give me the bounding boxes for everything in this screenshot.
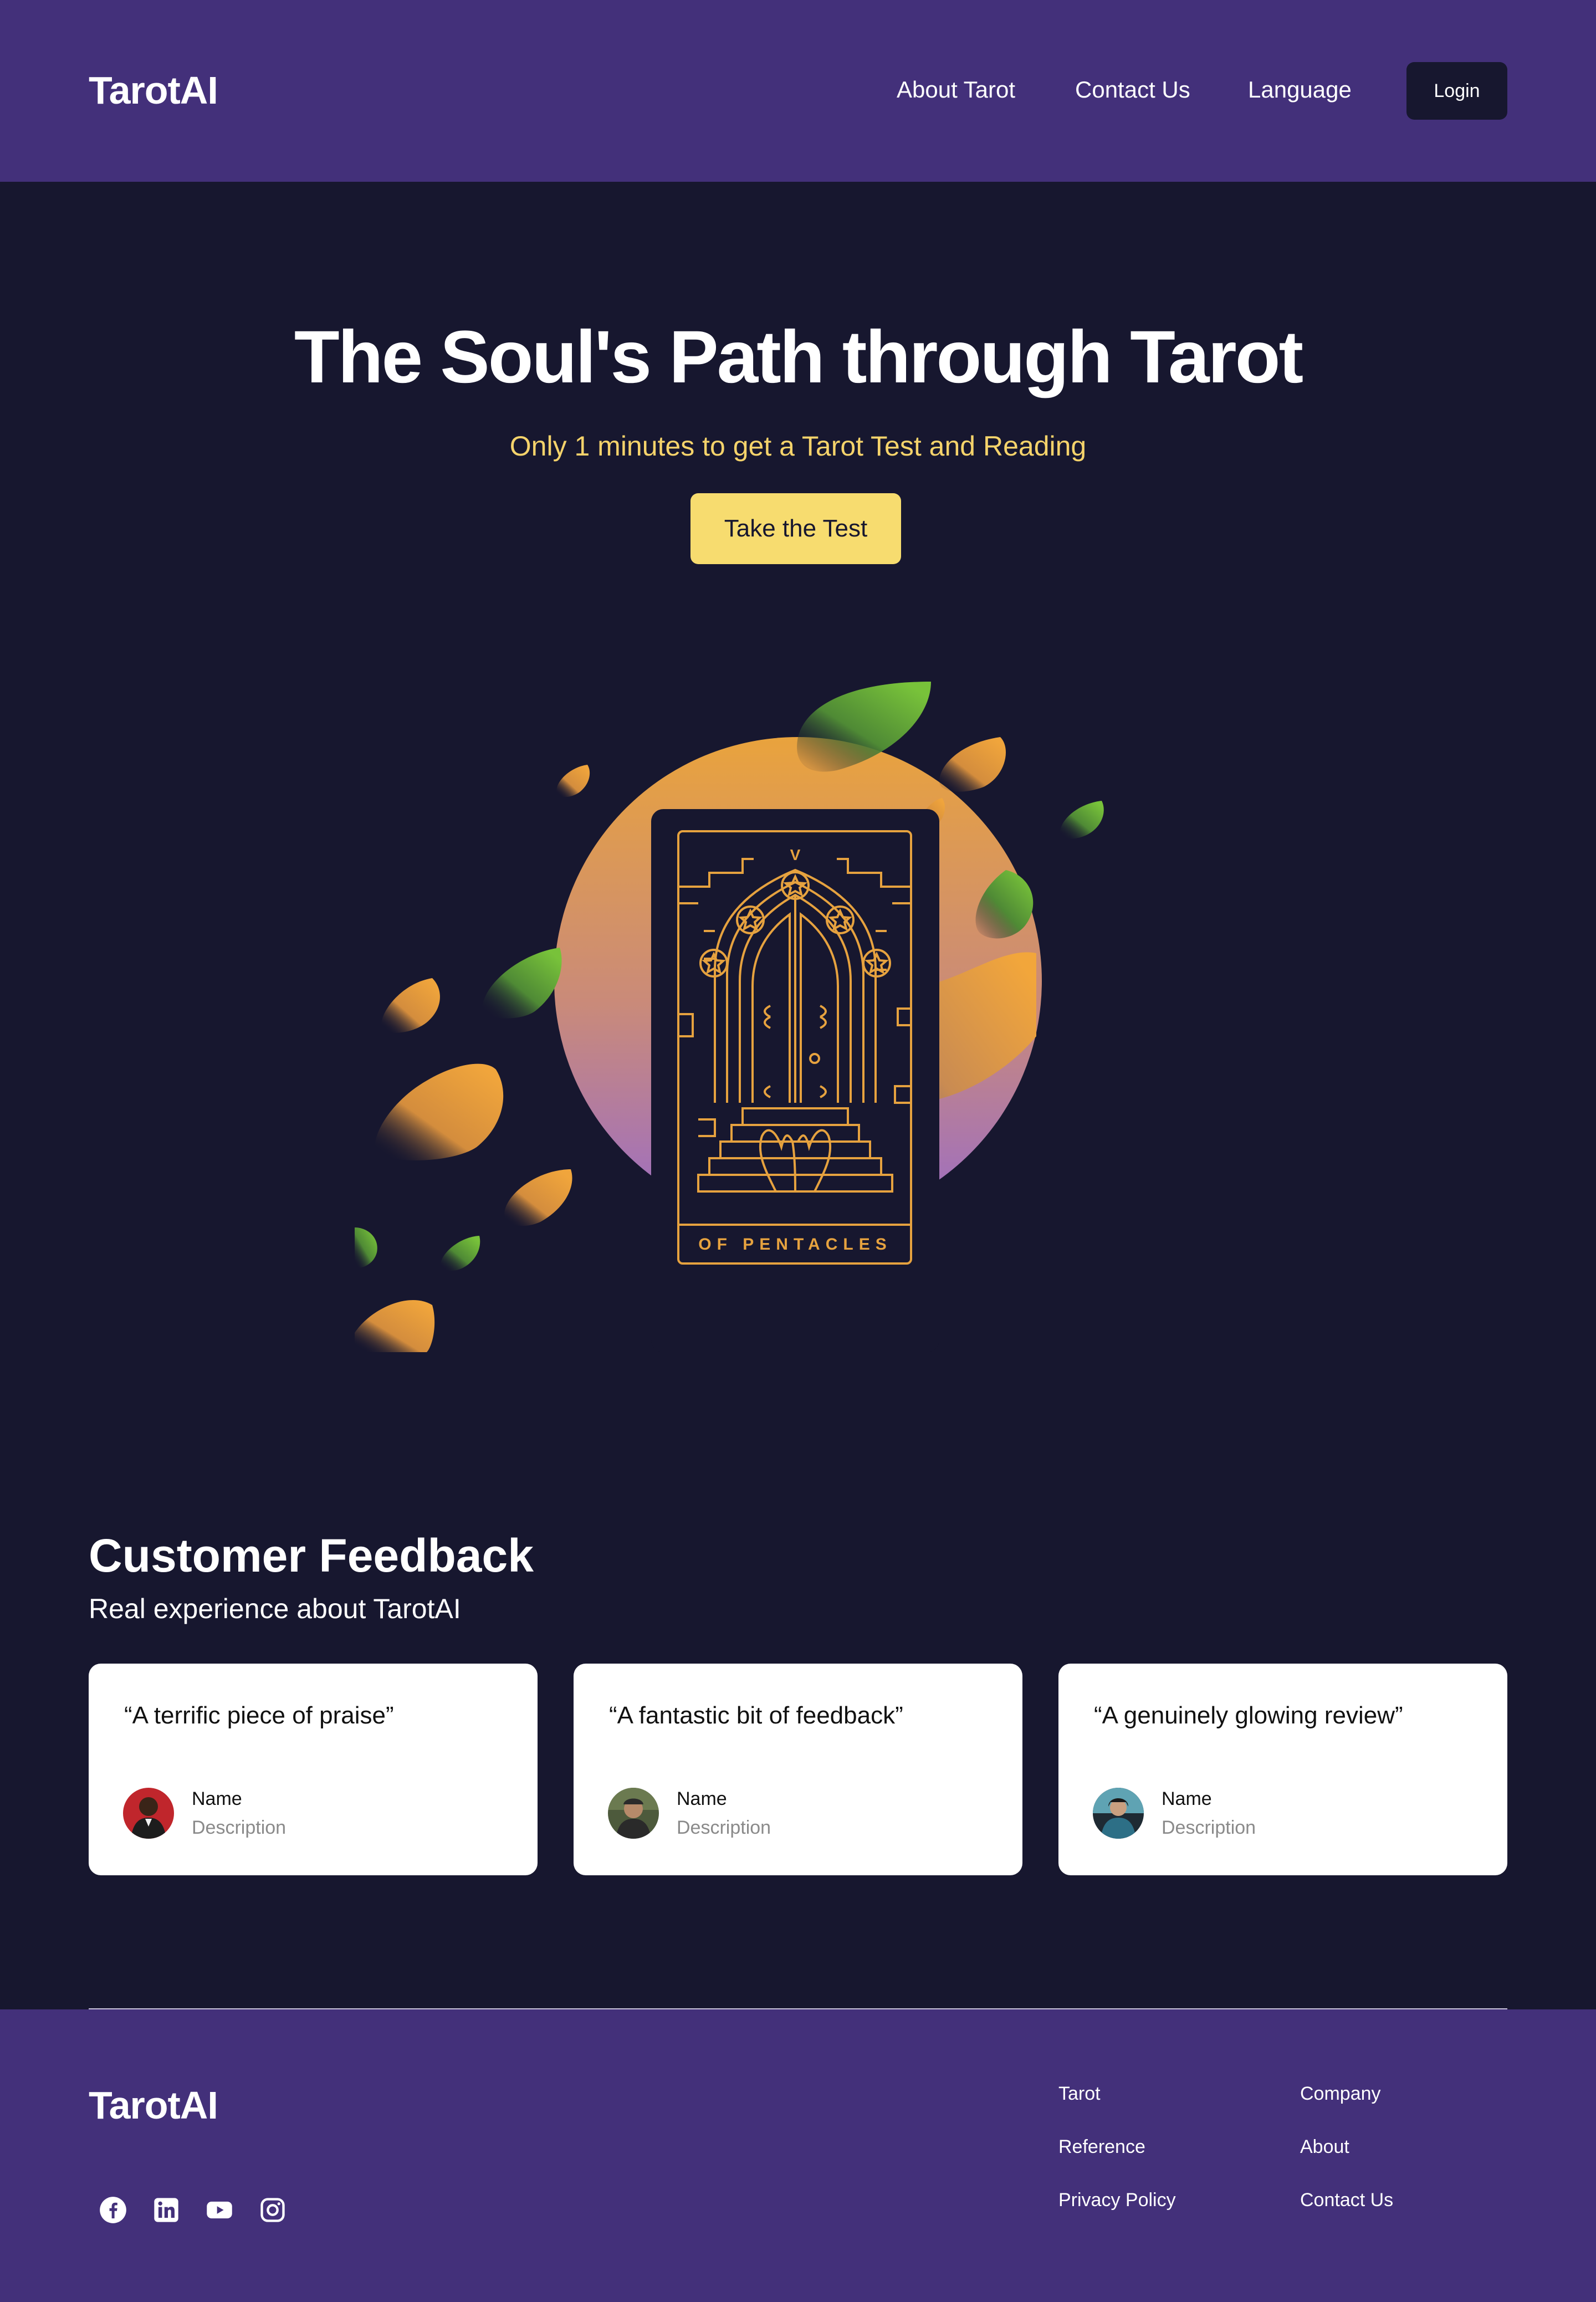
- feedback-quote: “A genuinely glowing review”: [1094, 1702, 1403, 1729]
- green-leaf: [482, 948, 562, 1019]
- orange-petal: [504, 1169, 572, 1226]
- footer-brand-logo[interactable]: TarotAI: [89, 2081, 218, 2129]
- green-leaf: [797, 682, 931, 772]
- feedback-quote: “A fantastic bit of feedback”: [609, 1702, 903, 1729]
- page: TarotAI About Tarot Contact Us Language …: [0, 0, 1596, 2302]
- green-petal: [441, 1236, 480, 1271]
- orange-petal: [355, 1300, 435, 1352]
- nav-contact-us[interactable]: Contact Us: [1075, 74, 1190, 105]
- reviewer-name: Name: [1162, 1788, 1212, 1809]
- nav-about-tarot[interactable]: About Tarot: [897, 74, 1015, 105]
- orange-petal: [939, 737, 1006, 792]
- green-petal: [355, 1227, 377, 1268]
- card-numeral: V: [790, 846, 801, 863]
- orange-petal: [556, 765, 590, 797]
- footer-link-reference[interactable]: Reference: [1058, 2135, 1145, 2159]
- reviewer-name: Name: [192, 1788, 242, 1809]
- footer-link-about[interactable]: About: [1300, 2135, 1349, 2159]
- feedback-card: “A terrific piece of praise” Name Descri…: [89, 1664, 538, 1875]
- footer-link-tarot[interactable]: Tarot: [1058, 2081, 1101, 2106]
- avatar: [1093, 1788, 1144, 1839]
- orange-petal: [381, 978, 440, 1033]
- reviewer-name: Name: [677, 1788, 727, 1809]
- footer-link-company[interactable]: Company: [1300, 2081, 1381, 2106]
- green-petal: [1060, 801, 1104, 839]
- footer-link-contact-us[interactable]: Contact Us: [1300, 2188, 1393, 2212]
- tarot-card: V OF PENTACLES: [651, 809, 939, 1352]
- reviewer-description: Description: [1162, 1817, 1256, 1838]
- hero-title: The Soul's Path through Tarot: [294, 316, 1303, 398]
- feedback-quote: “A terrific piece of praise”: [124, 1702, 394, 1729]
- hero-illustration: V OF PENTACLES: [355, 682, 1104, 1352]
- login-button[interactable]: Login: [1406, 62, 1507, 120]
- card-caption: OF PENTACLES: [698, 1235, 892, 1254]
- avatar: [123, 1788, 174, 1839]
- avatar: [608, 1788, 659, 1839]
- footer: TarotAI Tarot Reference Privacy Policy C…: [0, 2009, 1596, 2302]
- feedback-card: “A fantastic bit of feedback” Name Descr…: [574, 1664, 1022, 1875]
- reviewer-description: Description: [192, 1817, 287, 1838]
- take-test-button[interactable]: Take the Test: [690, 493, 901, 564]
- top-navbar: TarotAI About Tarot Contact Us Language …: [0, 0, 1596, 182]
- reviewer-description: Description: [677, 1817, 771, 1838]
- feedback-subtitle: Real experience about TarotAI: [89, 1593, 461, 1624]
- instagram-icon[interactable]: [258, 2196, 287, 2224]
- linkedin-icon[interactable]: [152, 2196, 181, 2224]
- brand-logo[interactable]: TarotAI: [89, 66, 218, 114]
- orange-blob: [375, 1063, 504, 1160]
- facebook-icon[interactable]: [99, 2196, 127, 2224]
- feedback-title: Customer Feedback: [89, 1529, 534, 1582]
- footer-link-privacy-policy[interactable]: Privacy Policy: [1058, 2188, 1176, 2212]
- nav-language[interactable]: Language: [1248, 74, 1352, 105]
- youtube-icon[interactable]: [205, 2196, 234, 2224]
- feedback-card: “A genuinely glowing review” Name Descri…: [1058, 1664, 1507, 1875]
- hero-subtitle: Only 1 minutes to get a Tarot Test and R…: [509, 431, 1087, 462]
